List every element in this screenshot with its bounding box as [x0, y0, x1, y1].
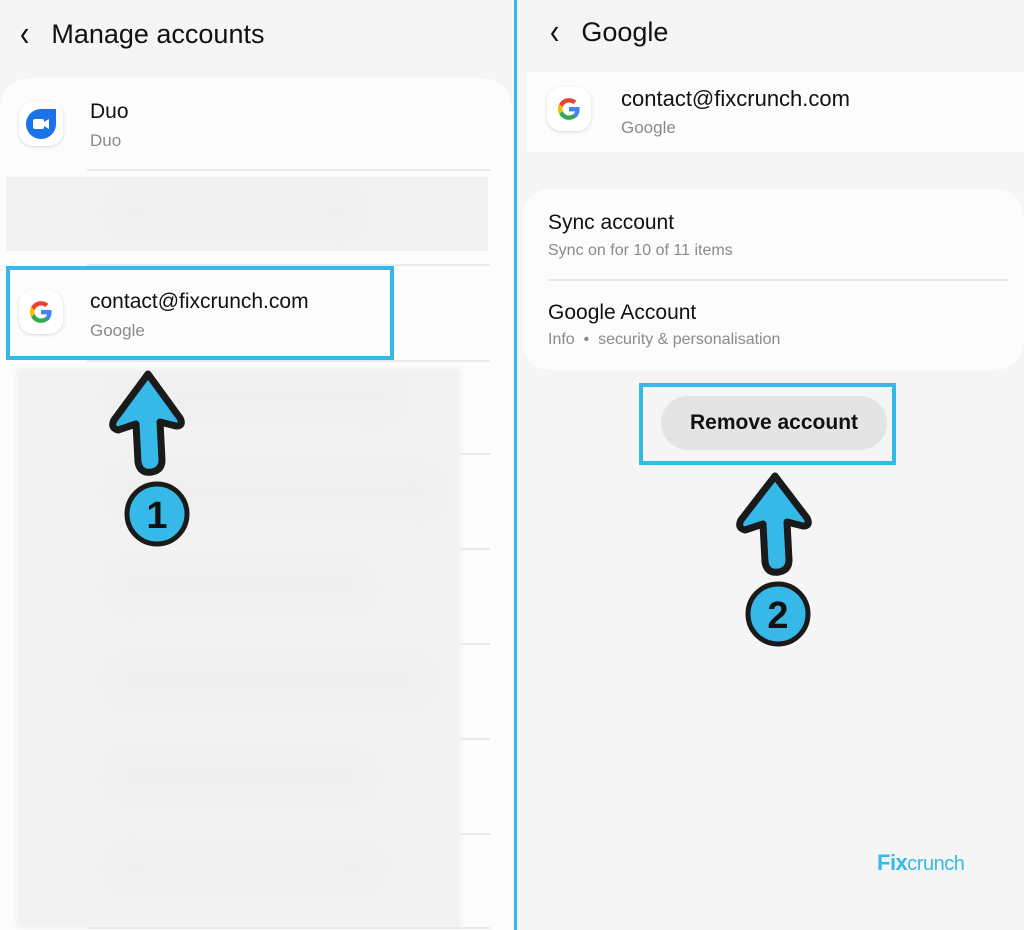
- arrow-up-icon: [736, 472, 812, 576]
- duo-app-icon: [19, 102, 63, 146]
- highlight-box: [639, 383, 896, 465]
- header: ‹ Manage accounts: [20, 13, 265, 53]
- divider: [460, 548, 490, 550]
- account-row-duo[interactable]: Duo Duo: [0, 78, 512, 170]
- account-header-card: contact@fixcrunch.com Google: [527, 72, 1024, 152]
- options-card: Sync account Sync on for 10 of 11 items …: [522, 189, 1024, 370]
- divider: [460, 643, 490, 645]
- step-number: 1: [146, 495, 167, 537]
- google-account-option[interactable]: Google Account Info • security & persona…: [522, 281, 1024, 370]
- google-app-icon: [547, 87, 591, 131]
- blurred-list: [17, 368, 461, 928]
- option-subtitle: Info • security & personalisation: [548, 331, 781, 348]
- fixcrunch-logo: Fixcrunch: [877, 850, 965, 876]
- step-1-marker: 1: [109, 370, 190, 547]
- divider: [87, 169, 490, 171]
- blurred-content: [110, 658, 430, 703]
- option-title: Google Account: [548, 301, 697, 324]
- google-g-icon: [557, 98, 580, 120]
- logo-prefix: Fix: [877, 850, 908, 875]
- option-subtitle: Sync on for 10 of 11 items: [548, 242, 733, 259]
- option-title: Sync account: [548, 211, 675, 234]
- back-icon[interactable]: ‹: [550, 11, 559, 53]
- divider: [460, 833, 490, 835]
- account-type: Google: [621, 118, 676, 137]
- step-2-marker: 2: [736, 472, 812, 647]
- accounts-list: Duo Duo contact@fixcrunch.com Google: [0, 78, 512, 930]
- highlight-box: [6, 266, 394, 360]
- header: ‹ Google: [550, 11, 669, 51]
- account-name: Duo: [90, 100, 129, 123]
- blurred-content: [110, 753, 370, 798]
- arrow-up-icon: [109, 370, 185, 476]
- back-icon[interactable]: ‹: [20, 13, 29, 55]
- blurred-content: [110, 848, 380, 888]
- logo-suffix: crunch: [907, 853, 965, 875]
- account-type: Duo: [90, 131, 122, 150]
- google-account-screen: ‹ Google contact@fixcrunch.com Google Sy…: [517, 0, 1024, 930]
- blurred-content: [110, 193, 360, 233]
- divider: [460, 453, 490, 455]
- page-title: Google: [581, 16, 669, 47]
- step-number: 2: [767, 595, 788, 637]
- sync-account-option[interactable]: Sync account Sync on for 10 of 11 items: [522, 189, 1024, 279]
- blurred-content: [110, 563, 370, 608]
- account-email: contact@fixcrunch.com: [621, 86, 850, 111]
- divider: [460, 738, 490, 740]
- duo-video-icon: [26, 109, 56, 139]
- page-title: Manage accounts: [51, 18, 265, 49]
- divider: [87, 927, 490, 929]
- manage-accounts-screen: ‹ Manage accounts Duo Duo contact@fixcru…: [0, 0, 514, 930]
